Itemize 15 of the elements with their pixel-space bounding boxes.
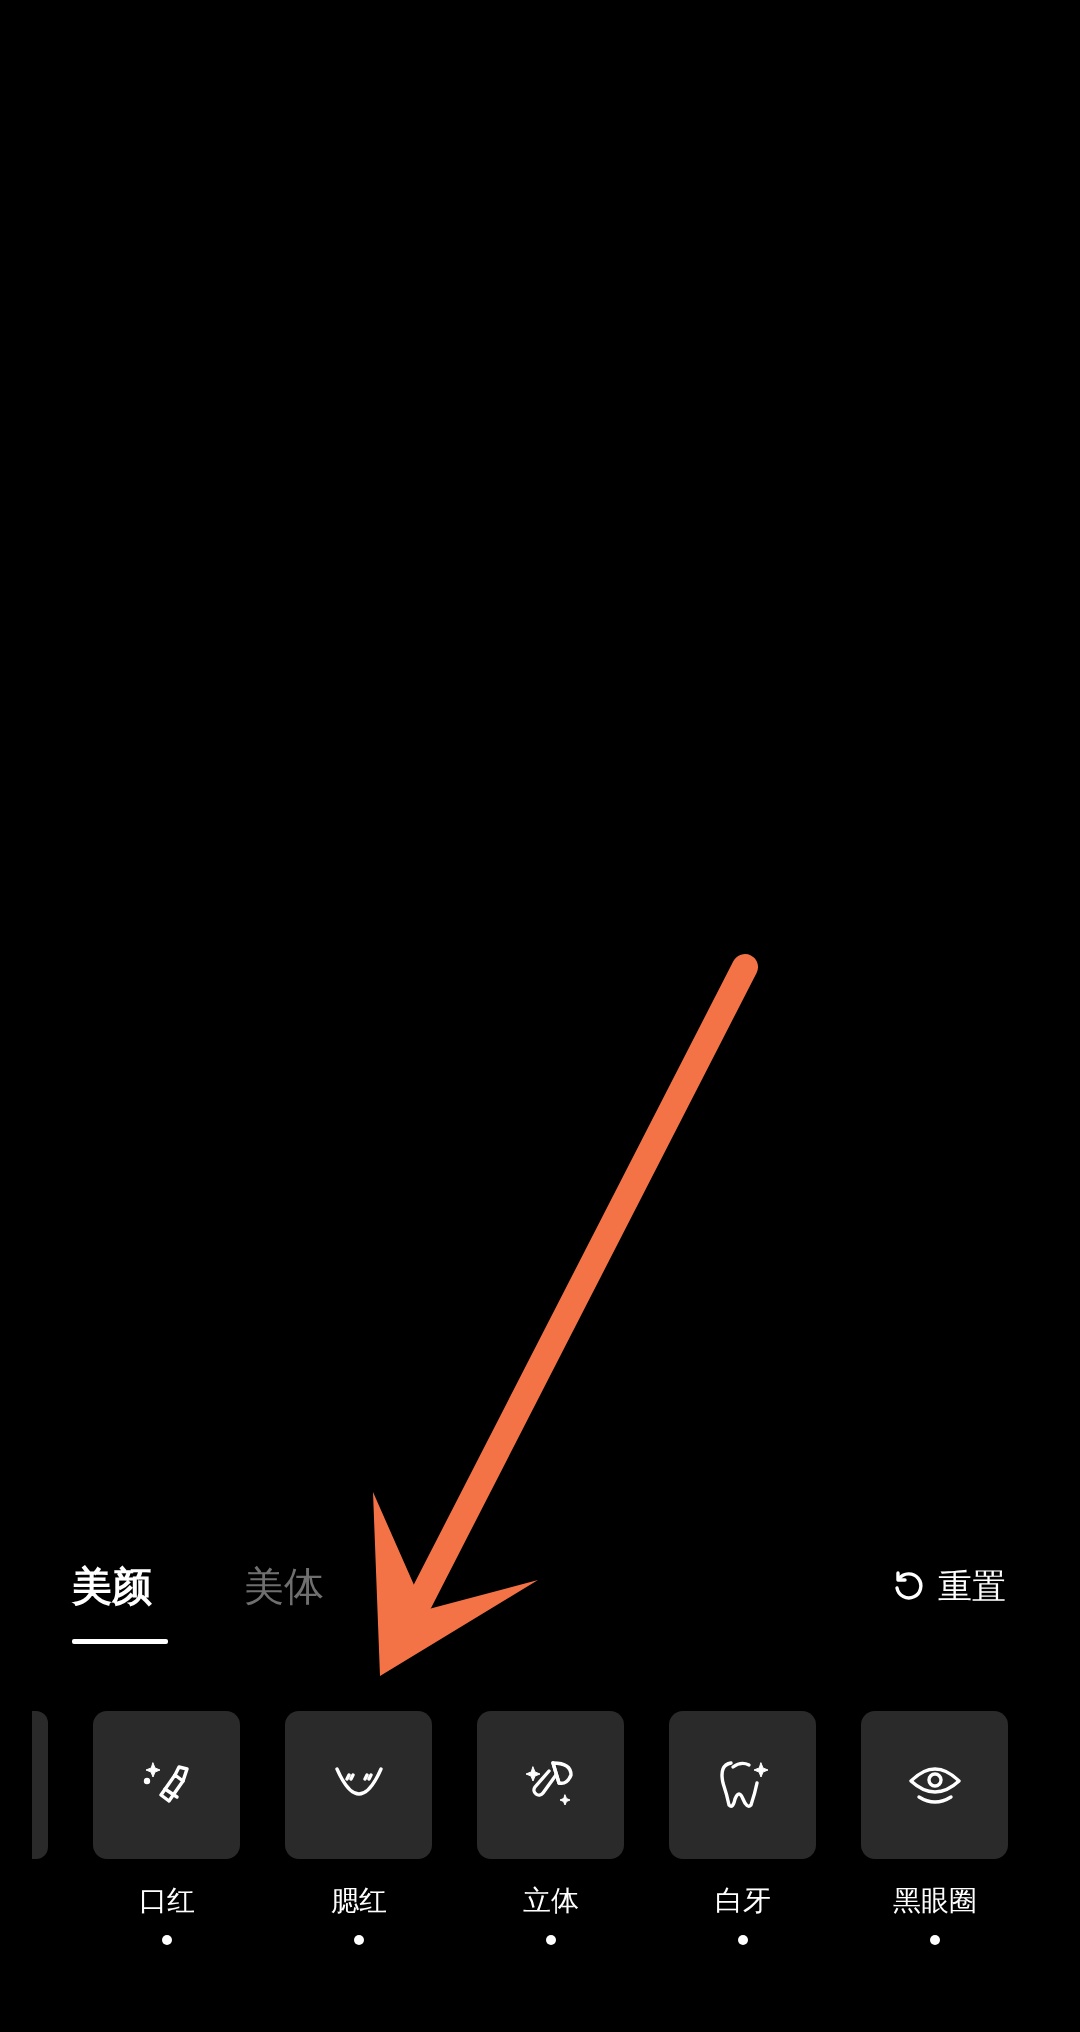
tab[interactable]: 美颜 xyxy=(72,1558,168,1644)
tile-edge[interactable] xyxy=(32,1711,48,1859)
effect-tile[interactable] xyxy=(669,1711,816,1859)
effect-tile[interactable] xyxy=(285,1711,432,1859)
effect-tile[interactable] xyxy=(93,1711,240,1859)
effect-label: 黑眼圈 xyxy=(892,1883,977,1919)
effect-label: 腮红 xyxy=(330,1883,387,1919)
effect-tile[interactable] xyxy=(861,1711,1008,1859)
effect-label: 口红 xyxy=(138,1883,195,1919)
reset-button[interactable]: 重置 xyxy=(892,1558,1006,1614)
tab[interactable]: 美体 xyxy=(244,1558,324,1614)
effect-label: 立体 xyxy=(522,1883,579,1919)
effect-tile[interactable] xyxy=(477,1711,624,1859)
reset-icon xyxy=(892,1570,924,1602)
effect-label: 白牙 xyxy=(714,1883,771,1919)
